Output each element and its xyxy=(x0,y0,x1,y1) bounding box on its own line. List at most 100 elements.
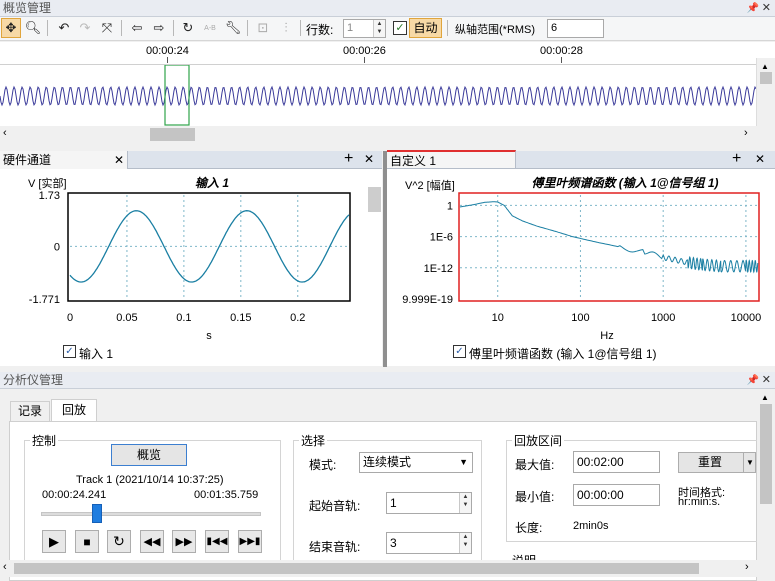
tab-playback[interactable]: 回放 xyxy=(51,399,97,422)
skip-start-button[interactable]: ▮◀◀ xyxy=(205,530,229,553)
overview-hscroll[interactable]: ‹ › xyxy=(0,126,756,143)
overview-waveform xyxy=(0,85,757,107)
zoom-icon[interactable]: 🔍︎ xyxy=(23,18,43,38)
pin-icon[interactable]: 📌 xyxy=(747,0,759,17)
scroll-right-icon[interactable]: › xyxy=(744,127,748,139)
end-track-input[interactable]: 3 ▲ ▼ xyxy=(386,532,472,554)
tab-hw-channel[interactable]: 硬件通道 ✕ xyxy=(0,151,128,169)
select-group-title: 选择 xyxy=(299,432,328,449)
end-track-spinner[interactable]: ▲ ▼ xyxy=(459,533,471,553)
x-axis-label: s xyxy=(206,330,212,342)
refresh-icon[interactable]: ↻ xyxy=(178,18,198,38)
auto-checkbox[interactable]: ✓ xyxy=(393,21,407,35)
seek-track[interactable] xyxy=(41,512,261,516)
analyzer-title: 分析仪管理 xyxy=(3,373,64,387)
add-icon[interactable]: + xyxy=(344,150,353,168)
ab-icon[interactable]: A-B xyxy=(200,18,220,38)
x-ticks: 10 100 1000 10000 xyxy=(492,312,762,324)
scroll-right-icon[interactable]: › xyxy=(745,561,749,573)
skip-end-icon: ▶▶▮ xyxy=(239,536,261,547)
scroll-up-icon[interactable]: ▲ xyxy=(761,393,769,402)
tab-custom-1[interactable]: 自定义 1 xyxy=(387,150,516,168)
rows-input[interactable]: 1 ▲ ▼ xyxy=(343,19,386,38)
wrench-icon[interactable]: 🔧︎ xyxy=(223,18,243,38)
overview-vscroll[interactable]: ▲ xyxy=(756,58,775,126)
analyzer-hscroll[interactable]: ‹ › xyxy=(0,560,775,577)
overview-title: 概览管理 xyxy=(3,1,52,15)
x-tick-label: 10 xyxy=(492,312,504,324)
rewind-icon: ◀◀ xyxy=(143,536,161,548)
close-icon[interactable]: ✕ xyxy=(762,372,771,389)
legend-label: 输入 1 xyxy=(79,347,114,361)
marker-icon[interactable]: ⫶ xyxy=(276,18,296,38)
prev-icon[interactable]: ⇦ xyxy=(127,18,147,38)
reset-button[interactable]: 重置 ▼ xyxy=(678,452,756,473)
start-track-label: 起始音轨: xyxy=(309,499,361,513)
mode-select[interactable]: 连续模式 ▼ xyxy=(359,452,473,473)
overview-button[interactable]: 概览 xyxy=(111,444,187,466)
overview-toolbar: ✥ 🔍︎ ↶ ↷ ⤧ ⇦ ⇨ ↻ A-B 🔧︎ ⊡ ⫶ 行数: 1 ▲ ▼ ✓ 自… xyxy=(0,17,775,41)
start-track-spinner[interactable]: ▲ ▼ xyxy=(459,493,471,513)
analyzer-titlebar: 分析仪管理 📌 ✕ xyxy=(0,372,775,389)
scroll-thumb[interactable] xyxy=(368,187,381,212)
scroll-thumb[interactable] xyxy=(150,128,195,141)
stop-button[interactable]: ■ xyxy=(75,530,99,553)
spectrum-chart[interactable]: 傅里叶频谱函数 (输入 1@信号组 1) V^2 [幅值] 10 100 1000 1… xyxy=(387,169,775,366)
lock-icon[interactable]: ⊡ xyxy=(253,18,273,38)
move-icon[interactable]: ✥ xyxy=(1,18,21,38)
close-icon[interactable]: ✕ xyxy=(762,0,771,17)
time-label: 00:00:26 xyxy=(343,45,386,57)
chevron-down-icon[interactable]: ▼ xyxy=(743,453,756,472)
range-input[interactable]: 6 xyxy=(547,19,604,38)
seek-thumb[interactable] xyxy=(91,504,102,523)
close-icon[interactable]: ✕ xyxy=(364,152,374,166)
forward-button[interactable]: ▶▶ xyxy=(172,530,196,553)
x-tick-label: 1000 xyxy=(651,312,675,324)
pin-icon[interactable]: 📌 xyxy=(747,372,759,389)
next-icon[interactable]: ⇨ xyxy=(149,18,169,38)
scroll-thumb[interactable] xyxy=(760,72,772,84)
x-axis-label: Hz xyxy=(600,330,613,342)
scroll-left-icon[interactable]: ‹ xyxy=(3,127,7,139)
x-ticks: 0 0.05 0.1 0.15 0.2 xyxy=(67,312,305,324)
max-input[interactable]: 00:02:00 xyxy=(573,451,660,473)
analyzer-vscroll[interactable]: ▲ xyxy=(757,390,775,560)
hw-tab-header: 硬件通道 ✕ + ✕ xyxy=(0,150,382,169)
close-icon[interactable]: ✕ xyxy=(114,151,124,169)
overview-timeline: 00:00:24 00:00:26 00:00:28 xyxy=(0,42,775,64)
play-button[interactable]: ▶ xyxy=(42,530,66,553)
y-axis-label: V [实部] xyxy=(28,176,67,190)
custom-tab-header: 自定义 1 + ✕ xyxy=(387,150,775,169)
scroll-left-icon[interactable]: ‹ xyxy=(3,561,7,573)
rewind-button[interactable]: ◀◀ xyxy=(140,530,164,553)
control-group-title: 控制 xyxy=(30,432,59,449)
range-label: 纵轴范围(*RMS) xyxy=(455,24,536,36)
y-ticks: 1.73 0 -1.771 xyxy=(29,190,60,306)
start-track-input[interactable]: 1 ▲ ▼ xyxy=(386,492,472,514)
legend-checkbox[interactable]: ✓ xyxy=(63,345,76,358)
tab-record[interactable]: 记录 xyxy=(10,401,50,421)
overview-waveform-svg xyxy=(0,64,757,126)
skip-end-button[interactable]: ▶▶▮ xyxy=(238,530,262,553)
undo-icon[interactable]: ↶ xyxy=(54,18,74,38)
fit-icon[interactable]: ⤧ xyxy=(97,18,117,38)
scroll-thumb[interactable] xyxy=(14,563,699,574)
loop-button[interactable]: ↻ xyxy=(107,530,131,553)
scroll-thumb[interactable] xyxy=(760,404,772,504)
min-input[interactable]: 00:00:00 xyxy=(573,484,660,506)
legend-checkbox[interactable]: ✓ xyxy=(453,345,466,358)
time-label: 00:00:24 xyxy=(146,45,189,57)
forward-icon: ▶▶ xyxy=(175,536,193,548)
scroll-up-icon[interactable]: ▲ xyxy=(761,62,769,71)
auto-label[interactable]: 自动 xyxy=(409,18,442,38)
length-value: 2min0s xyxy=(573,520,609,532)
redo-icon[interactable]: ↷ xyxy=(75,18,95,38)
overview-waveform-area[interactable] xyxy=(0,64,757,126)
add-icon[interactable]: + xyxy=(732,150,741,168)
close-icon[interactable]: ✕ xyxy=(755,152,765,166)
x-tick-label: 100 xyxy=(571,312,589,324)
toolbar-divider xyxy=(300,20,301,36)
hw-chart[interactable]: 输入 1 V [实部] 0 0.05 0.1 0.15 0.2 1.730-1.771 … xyxy=(0,169,382,366)
rows-spinner[interactable]: ▲ ▼ xyxy=(373,20,385,37)
toolbar-divider xyxy=(47,20,48,36)
